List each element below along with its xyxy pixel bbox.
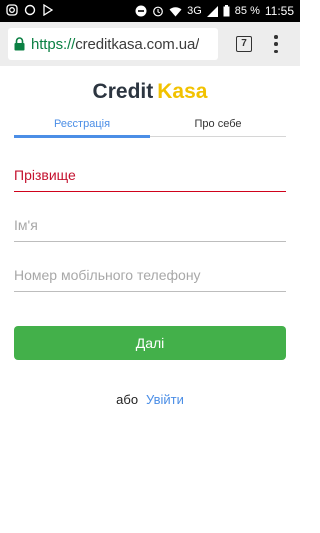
play-icon — [42, 4, 53, 16]
battery-level: 85 % — [234, 5, 260, 17]
url-text[interactable]: https://creditkasa.com.ua/ — [31, 36, 199, 53]
status-left-icons — [6, 4, 53, 16]
phone-input[interactable] — [14, 260, 286, 290]
circle-icon — [24, 4, 36, 16]
lock-icon — [14, 37, 25, 51]
clock-time: 11:55 — [264, 4, 294, 18]
surname-field — [14, 160, 286, 192]
more-menu-icon[interactable] — [270, 35, 282, 53]
instagram-icon — [6, 4, 18, 16]
url-host: creditkasa.com.ua/ — [75, 35, 200, 53]
minus-circle-icon — [135, 5, 147, 17]
next-button[interactable]: Далі — [14, 326, 286, 360]
url-bar[interactable]: https://creditkasa.com.ua/ — [8, 28, 218, 60]
creditkasa-logo: Credit Kasa — [0, 80, 300, 104]
status-right-icons: 3G 85 % 11:55 — [135, 4, 294, 18]
browser-toolbar: https://creditkasa.com.ua/ 7 — [0, 22, 300, 66]
active-tab-indicator — [14, 135, 150, 138]
network-type: 3G — [187, 5, 202, 17]
tab-switcher-button[interactable]: 7 — [236, 36, 252, 52]
alarm-icon — [152, 5, 164, 17]
wifi-icon — [169, 6, 182, 17]
login-link[interactable]: Увійти — [146, 392, 184, 407]
url-scheme: https:// — [31, 35, 76, 53]
logo-text-credit: Credit — [92, 80, 154, 103]
logo-text-kasa: Kasa — [157, 80, 208, 103]
signal-icon — [206, 5, 218, 17]
name-field — [14, 210, 286, 242]
name-input[interactable] — [14, 210, 286, 240]
phone-field — [14, 260, 286, 292]
or-text: або — [116, 392, 139, 407]
status-bar: 3G 85 % 11:55 — [0, 0, 300, 22]
battery-icon — [223, 5, 230, 17]
surname-input[interactable] — [14, 160, 286, 190]
login-prompt: або Увійти — [0, 392, 300, 407]
tab-about-me[interactable]: Про себе — [150, 118, 286, 138]
